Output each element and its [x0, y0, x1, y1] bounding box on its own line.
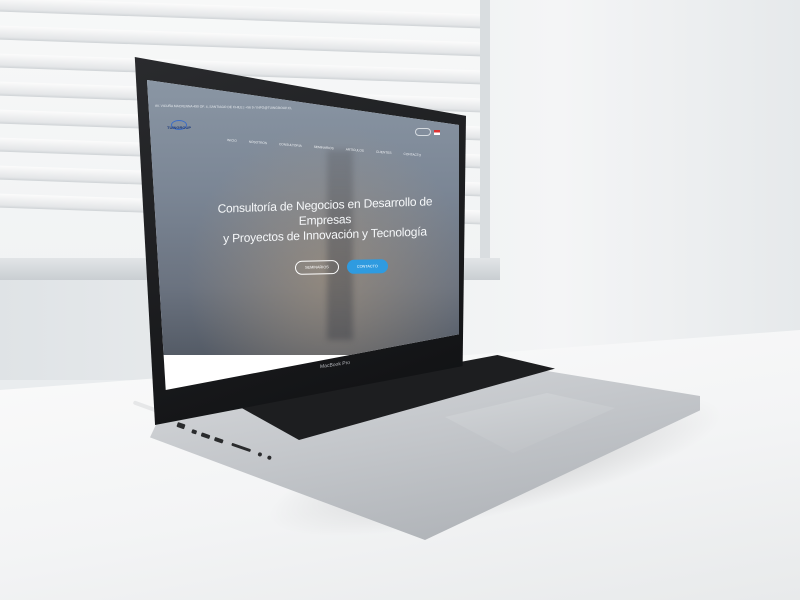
- language-button[interactable]: [415, 128, 431, 136]
- website-topbar: AV. VICUÑA MACKENNA 490 OF. 4, SANTIAGO …: [155, 103, 293, 111]
- nav-item-clientes[interactable]: CLIENTES: [376, 150, 392, 155]
- nav-item-nosotros[interactable]: NOSOTROS: [249, 140, 267, 145]
- nav-item-seminarios[interactable]: SEMINARIOS: [314, 145, 334, 151]
- language-switcher[interactable]: [415, 128, 440, 136]
- nav-item-consultoria[interactable]: CONSULTORIA: [279, 142, 302, 148]
- website-logo[interactable]: TUINGROUP: [167, 125, 191, 130]
- seminarios-button[interactable]: SEMINARIOS: [295, 260, 339, 275]
- building-silhouette: [327, 150, 353, 340]
- hero-buttons: SEMINARIOS CONTACTO: [295, 259, 388, 275]
- contacto-button[interactable]: CONTACTO: [346, 259, 388, 274]
- nav-item-inicio[interactable]: INICIO: [227, 138, 237, 143]
- hero-headline: Consultoría de Negocios en Desarrollo de…: [195, 193, 455, 247]
- nav-item-contacto[interactable]: CONTACTO: [404, 152, 422, 157]
- hero-section: AV. VICUÑA MACKENNA 490 OF. 4, SANTIAGO …: [147, 80, 459, 355]
- flag-icon[interactable]: [434, 129, 440, 135]
